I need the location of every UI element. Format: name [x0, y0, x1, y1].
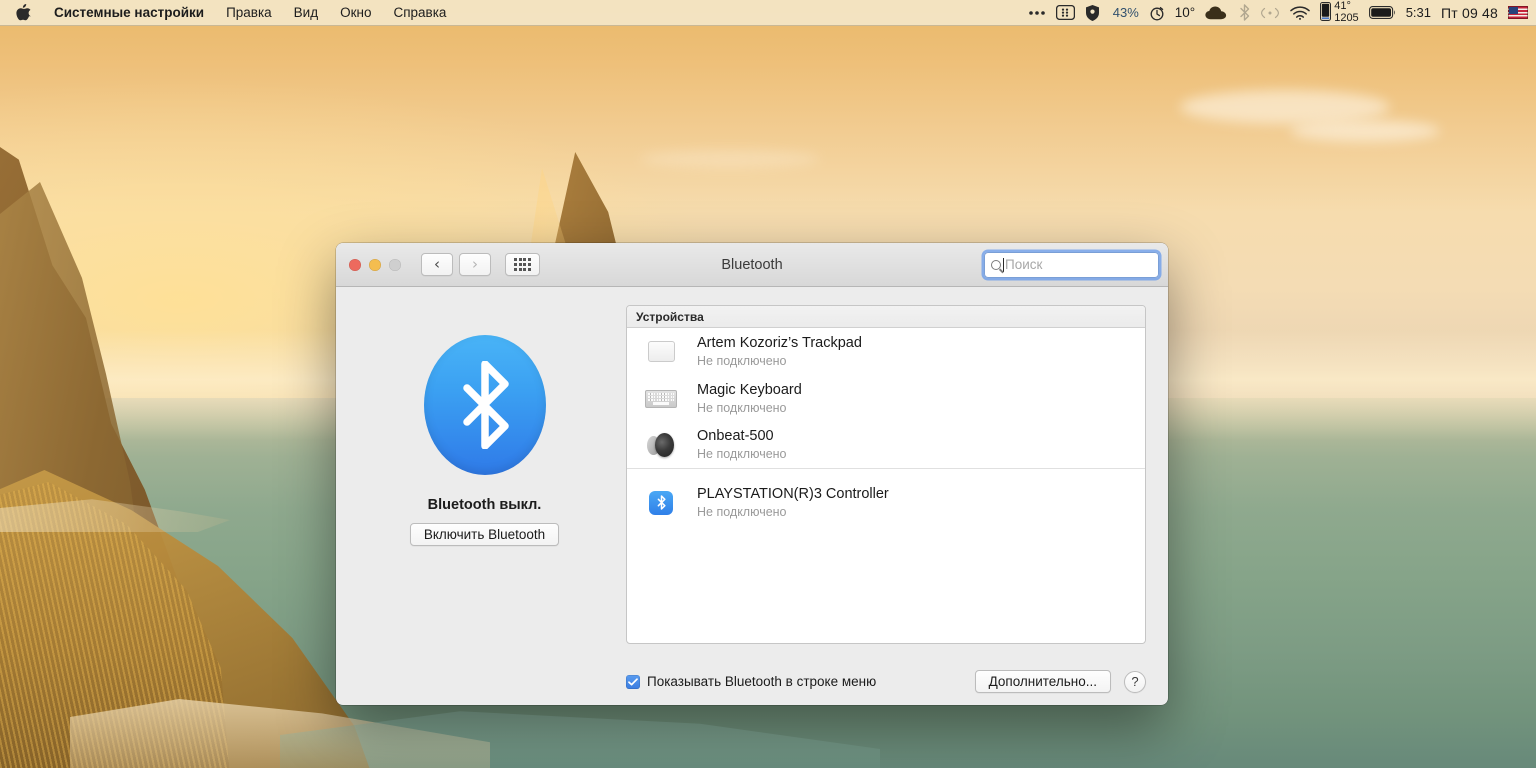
weather-temperature-label[interactable]: 10° [1175, 5, 1195, 20]
bluetooth-logo-icon [423, 335, 546, 475]
iphone-steps-label: 1205 [1334, 11, 1359, 24]
bluetooth-badge-icon [641, 490, 681, 515]
battery-percent-label[interactable]: 43% [1113, 5, 1139, 20]
menu-item-edit[interactable]: Правка [215, 5, 283, 20]
device-name: Artem Kozoriz’s Trackpad [697, 334, 862, 351]
checkbox-checked-icon [626, 674, 640, 689]
device-info: Onbeat-500 Не подключено [681, 427, 787, 463]
menu-item-window[interactable]: Окно [329, 5, 382, 20]
airdrop-icon[interactable] [1260, 7, 1280, 19]
window-titlebar: ‹ › Bluetooth Поиск [336, 243, 1168, 287]
footer-bar: Показывать Bluetooth в строке меню Допол… [626, 644, 1146, 702]
search-input[interactable]: Поиск [984, 251, 1159, 278]
text-caret [1003, 257, 1004, 272]
device-info: PLAYSTATION(R)3 Controller Не подключено [681, 485, 889, 521]
enable-bluetooth-button[interactable]: Включить Bluetooth [409, 523, 560, 546]
device-status: Не подключено [697, 447, 787, 462]
devices-list: Artem Kozoriz’s Trackpad Не подключено M… [627, 328, 1145, 643]
device-name: PLAYSTATION(R)3 Controller [697, 485, 889, 502]
apple-logo-icon[interactable] [0, 4, 43, 21]
device-info: Magic Keyboard Не подключено [681, 381, 802, 417]
bluetooth-icon[interactable] [1239, 4, 1250, 21]
bluetooth-status-text: Bluetooth выкл. [427, 497, 542, 513]
devices-pane: Устройства Artem Kozoriz’s Trackpad Не п… [611, 305, 1146, 705]
chevron-right-icon: › [472, 255, 478, 273]
devices-header: Устройства [627, 306, 1145, 328]
device-name: Magic Keyboard [697, 381, 802, 398]
search-placeholder: Поиск [1005, 257, 1043, 272]
speaker-icon [641, 432, 681, 458]
footer-buttons: Дополнительно... ? [974, 670, 1146, 693]
menu-bar: Системные настройки Правка Вид Окно Спра… [0, 0, 1536, 26]
back-button[interactable]: ‹ [421, 253, 453, 276]
wifi-icon[interactable] [1290, 5, 1310, 20]
wallpaper-cloud [1180, 90, 1390, 124]
navigation-buttons: ‹ › [421, 253, 491, 276]
traffic-lights [336, 258, 401, 271]
iphone-stats: 41° 1205 [1334, 0, 1359, 24]
search-container: Поиск [984, 251, 1159, 278]
table-row[interactable]: Onbeat-500 Не подключено [627, 422, 1145, 469]
device-status: Не подключено [697, 400, 787, 415]
shield-icon[interactable] [1085, 4, 1100, 21]
devices-list-box: Устройства Artem Kozoriz’s Trackpad Не п… [626, 305, 1146, 644]
table-row[interactable]: Magic Keyboard Не подключено [627, 375, 1145, 422]
table-row[interactable]: PLAYSTATION(R)3 Controller Не подключено [627, 479, 1145, 526]
wallpaper-cloud [1290, 120, 1440, 142]
trackpad-icon [641, 341, 681, 362]
us-flag-icon[interactable] [1508, 6, 1528, 19]
chevron-left-icon: ‹ [434, 255, 440, 273]
battery-time-label[interactable]: 5:31 [1406, 5, 1431, 20]
menu-bar-clock[interactable]: Пт 09 48 [1441, 5, 1498, 21]
keyboard-icon [641, 389, 681, 408]
wallpaper-cloud [640, 150, 820, 168]
bluetooth-status-pane: Bluetooth выкл. Включить Bluetooth [358, 305, 611, 705]
battery-icon[interactable] [1368, 6, 1396, 19]
ellipsis-icon[interactable] [1028, 10, 1046, 16]
menu-item-system-preferences[interactable]: Системные настройки [43, 5, 215, 20]
show-all-button[interactable] [505, 253, 540, 276]
device-status: Не подключено [697, 353, 787, 368]
checkbox-label: Показывать Bluetooth в строке меню [647, 674, 877, 689]
iphone-temp-label: 41° [1334, 0, 1351, 12]
menu-item-help[interactable]: Справка [382, 5, 457, 20]
minimize-button[interactable] [369, 258, 381, 271]
bluetooth-preferences-window: ‹ › Bluetooth Поиск Bluetooth выкл. Вклю… [336, 243, 1168, 705]
menu-bar-items: Системные настройки Правка Вид Окно Спра… [0, 4, 457, 21]
device-status: Не подключено [697, 504, 787, 519]
close-button[interactable] [349, 258, 361, 271]
iphone-battery-icon [1320, 1, 1332, 24]
iphone-battery-status[interactable]: 41° 1205 [1320, 0, 1359, 24]
device-name: Onbeat-500 [697, 428, 774, 444]
advanced-button[interactable]: Дополнительно... [974, 670, 1111, 693]
cloud-icon[interactable] [1205, 6, 1229, 20]
device-info: Artem Kozoriz’s Trackpad Не подключено [681, 334, 862, 370]
menu-bar-status-area: 43% 10° 41° 1205 5:31 Пт 09 48 [1028, 0, 1536, 24]
zoom-button[interactable] [389, 258, 401, 271]
window-content: Bluetooth выкл. Включить Bluetooth Устро… [336, 287, 1168, 705]
menu-item-view[interactable]: Вид [283, 5, 329, 20]
forward-button[interactable]: › [459, 253, 491, 276]
show-all-grid-icon [514, 258, 531, 271]
stopwatch-icon[interactable] [1149, 5, 1165, 21]
search-icon [991, 259, 1001, 270]
control-center-icon[interactable] [1055, 5, 1075, 20]
help-button[interactable]: ? [1124, 670, 1146, 693]
show-bluetooth-menubar-checkbox[interactable]: Показывать Bluetooth в строке меню [626, 674, 876, 689]
table-row[interactable]: Artem Kozoriz’s Trackpad Не подключено [627, 328, 1145, 375]
